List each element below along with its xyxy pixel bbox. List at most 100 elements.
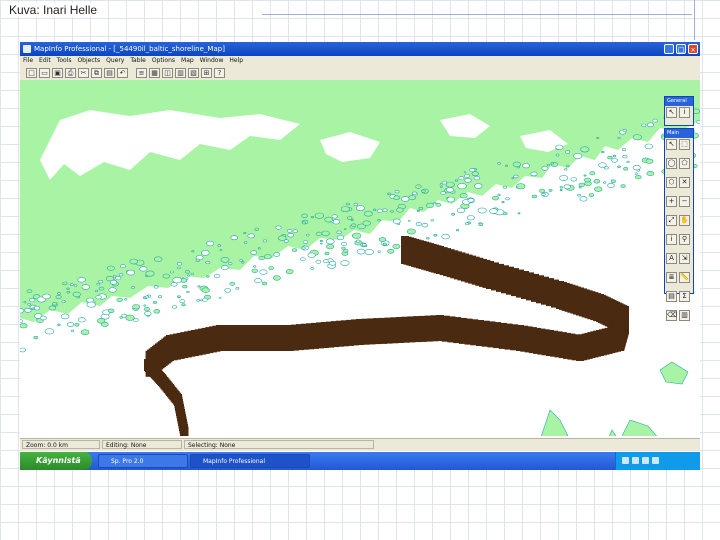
island xyxy=(343,249,349,253)
hotlink-icon[interactable]: ⚲ xyxy=(679,234,690,245)
island xyxy=(646,171,655,177)
menu-table[interactable]: Table xyxy=(127,56,149,66)
print-icon[interactable]: ⎙ xyxy=(65,68,76,78)
redistrict-icon[interactable]: ⊞ xyxy=(201,68,212,78)
zoom-in-icon[interactable]: + xyxy=(666,196,677,207)
change-view-icon[interactable]: ⤢ xyxy=(666,215,677,226)
island xyxy=(580,146,590,153)
island xyxy=(445,187,454,193)
island xyxy=(458,176,465,181)
undo-icon[interactable]: ↶ xyxy=(117,68,128,78)
graph-icon[interactable]: ▥ xyxy=(175,68,186,78)
island xyxy=(108,287,117,293)
tray-volume-icon[interactable] xyxy=(632,457,639,464)
open-icon[interactable]: ▭ xyxy=(39,68,50,78)
tray-network-icon[interactable] xyxy=(622,457,629,464)
status-zoom: Zoom: 0.0 km xyxy=(22,440,100,449)
menu-window[interactable]: Window xyxy=(197,56,227,66)
island xyxy=(343,228,347,231)
island xyxy=(395,207,404,213)
map-canvas[interactable] xyxy=(20,80,700,436)
island xyxy=(617,136,621,140)
browser-icon[interactable]: ▦ xyxy=(149,68,160,78)
info-tool-icon[interactable]: i xyxy=(666,234,677,245)
help-icon[interactable]: ? xyxy=(214,68,225,78)
maximize-button[interactable]: □ xyxy=(676,44,686,54)
save-icon[interactable]: ▣ xyxy=(52,68,63,78)
island xyxy=(610,179,616,183)
tray-security-icon[interactable] xyxy=(642,457,649,464)
legend-tool-icon[interactable]: ▥ xyxy=(679,310,690,321)
island xyxy=(362,220,371,226)
clear-icon[interactable]: ⌫ xyxy=(666,310,677,321)
marquee-icon[interactable]: ⬚ xyxy=(679,139,690,150)
island xyxy=(361,243,367,247)
paste-icon[interactable]: ▤ xyxy=(104,68,115,78)
minimize-button[interactable]: _ xyxy=(664,44,674,54)
boundary-select-icon[interactable]: ⬡ xyxy=(666,177,677,188)
island xyxy=(275,225,282,230)
general-palette-title[interactable]: General xyxy=(665,97,693,106)
polygon-select-icon[interactable]: ⬠ xyxy=(679,158,690,169)
island xyxy=(243,241,248,244)
layer-control-icon[interactable]: ≣ xyxy=(666,272,677,283)
island xyxy=(131,286,136,289)
general-palette[interactable]: General ↖ i xyxy=(664,96,694,126)
grabber-icon[interactable]: ✋ xyxy=(679,215,690,226)
ruler-icon[interactable]: 📏 xyxy=(679,272,690,283)
island xyxy=(66,291,71,294)
cut-icon[interactable]: ✂ xyxy=(78,68,89,78)
window-titlebar[interactable]: MapInfo Professional - [_54490il_baltic_… xyxy=(20,42,700,56)
island xyxy=(456,207,466,214)
label-icon[interactable]: A xyxy=(666,253,677,264)
taskbar-item-mapinfo[interactable]: MapInfo Professional xyxy=(190,454,310,468)
island xyxy=(197,285,201,288)
menu-options[interactable]: Options xyxy=(149,56,178,66)
close-button[interactable]: × xyxy=(688,44,698,54)
stats-icon[interactable]: Σ xyxy=(679,291,690,302)
menu-help[interactable]: Help xyxy=(226,56,246,66)
legend-icon[interactable]: ▤ xyxy=(666,291,677,302)
island xyxy=(300,257,306,261)
main-palette[interactable]: Main ↖ ⬚◯ ⬠⬡ ✕+ −⤢ ✋i ⚲A ⇲≣ 📏▤ Σ⌫ ▥ xyxy=(664,128,694,321)
layout-icon[interactable]: ▧ xyxy=(188,68,199,78)
island xyxy=(258,256,265,261)
start-button[interactable]: Käynnistä xyxy=(20,452,92,470)
select-icon[interactable]: ↖ xyxy=(666,107,677,118)
main-palette-title[interactable]: Main xyxy=(665,129,693,138)
zoom-out-icon[interactable]: − xyxy=(679,196,690,207)
island xyxy=(401,196,410,202)
drag-window-icon[interactable]: ⇲ xyxy=(679,253,690,264)
island xyxy=(182,284,188,289)
menu-edit[interactable]: Edit xyxy=(36,56,54,66)
status-bar: Zoom: 0.0 km Editing: None Selecting: No… xyxy=(20,438,700,451)
island xyxy=(98,286,105,291)
map-view[interactable] xyxy=(20,80,700,436)
island xyxy=(205,260,211,265)
info-icon[interactable]: i xyxy=(679,107,690,118)
new-icon[interactable]: □ xyxy=(26,68,37,78)
taskbar-item-sp-pro[interactable]: Sp. Pro 2.0 xyxy=(98,454,188,468)
menu-file[interactable]: File xyxy=(20,56,36,66)
island xyxy=(172,277,182,284)
tray-app-icon[interactable] xyxy=(652,457,659,464)
menu-query[interactable]: Query xyxy=(103,56,127,66)
island xyxy=(285,269,294,275)
island xyxy=(115,276,122,281)
menu-objects[interactable]: Objects xyxy=(74,56,103,66)
island xyxy=(473,175,481,181)
island xyxy=(224,288,232,293)
island xyxy=(307,252,316,258)
island xyxy=(162,273,171,279)
radius-icon[interactable]: ◯ xyxy=(666,158,677,169)
island xyxy=(617,165,621,168)
unselect-icon[interactable]: ✕ xyxy=(679,177,690,188)
menu-map[interactable]: Map xyxy=(178,56,197,66)
arrow-icon[interactable]: ↖ xyxy=(666,139,677,150)
island xyxy=(516,183,526,190)
menu-tools[interactable]: Tools xyxy=(54,56,75,66)
map-icon[interactable]: ◫ xyxy=(162,68,173,78)
copy-icon[interactable]: ⧉ xyxy=(91,68,102,78)
layer-icon[interactable]: ≡ xyxy=(136,68,147,78)
island xyxy=(254,227,259,231)
